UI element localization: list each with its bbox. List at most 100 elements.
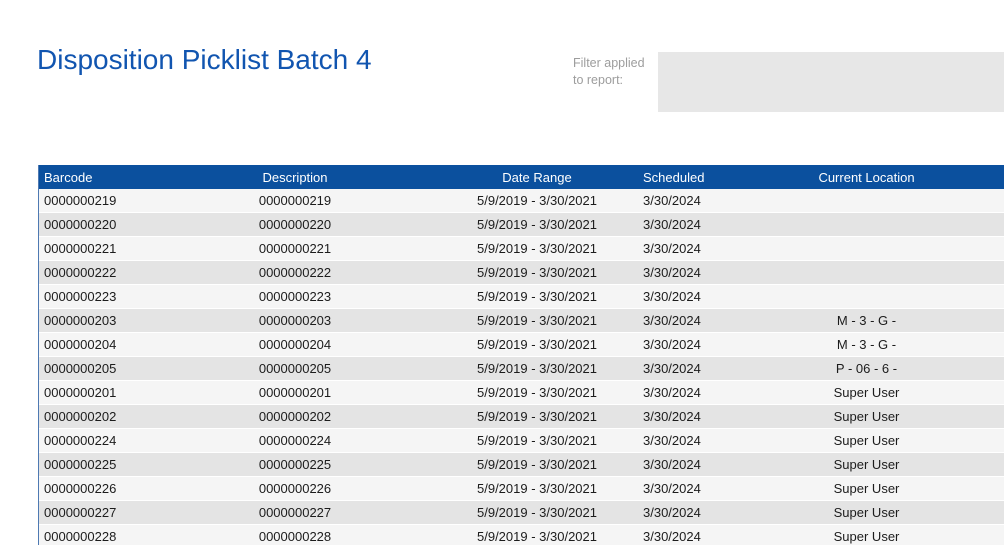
table-cell-filler [994,261,1004,285]
table-cell-filler [994,213,1004,237]
table-cell-date-range: 5/9/2019 - 3/30/2021 [435,357,639,381]
table-cell-current-location: Super User [739,381,994,405]
table-cell-current-location: M - 3 - G - [739,333,994,357]
table-cell-barcode: 0000000204 [39,333,155,357]
table-cell-date-range: 5/9/2019 - 3/30/2021 [435,309,639,333]
column-header-filler [994,165,1004,189]
table-cell-current-location: Super User [739,477,994,501]
filter-applied-label-line2: to report: [573,73,623,87]
table-cell-current-location [739,237,994,261]
table-cell-date-range: 5/9/2019 - 3/30/2021 [435,453,639,477]
table-row: 0000000219 0000000219 5/9/2019 - 3/30/20… [39,189,1004,213]
table-row: 0000000224 0000000224 5/9/2019 - 3/30/20… [39,429,1004,453]
table-cell-description: 0000000223 [155,285,435,309]
table-cell-barcode: 0000000224 [39,429,155,453]
table-row: 0000000223 0000000223 5/9/2019 - 3/30/20… [39,285,1004,309]
table-cell-description: 0000000224 [155,429,435,453]
table-cell-filler [994,429,1004,453]
table-cell-filler [994,477,1004,501]
table-cell-scheduled: 3/30/2024 [639,381,739,405]
table-row: 0000000201 0000000201 5/9/2019 - 3/30/20… [39,381,1004,405]
table-row: 0000000228 0000000228 5/9/2019 - 3/30/20… [39,525,1004,545]
table-cell-scheduled: 3/30/2024 [639,453,739,477]
page-title: Disposition Picklist Batch 4 [37,42,372,78]
table-cell-scheduled: 3/30/2024 [639,501,739,525]
table-row: 0000000226 0000000226 5/9/2019 - 3/30/20… [39,477,1004,501]
table-row: 0000000203 0000000203 5/9/2019 - 3/30/20… [39,309,1004,333]
table-cell-barcode: 0000000219 [39,189,155,213]
table-cell-scheduled: 3/30/2024 [639,309,739,333]
table-cell-current-location: Super User [739,429,994,453]
column-header-barcode: Barcode [39,165,155,189]
table-cell-filler [994,309,1004,333]
table-cell-date-range: 5/9/2019 - 3/30/2021 [435,213,639,237]
table-cell-scheduled: 3/30/2024 [639,285,739,309]
table-cell-barcode: 0000000223 [39,285,155,309]
table-cell-scheduled: 3/30/2024 [639,357,739,381]
table-cell-description: 0000000222 [155,261,435,285]
table-cell-date-range: 5/9/2019 - 3/30/2021 [435,333,639,357]
column-header-scheduled: Scheduled [639,165,739,189]
table-cell-filler [994,285,1004,309]
table-cell-description: 0000000201 [155,381,435,405]
table-cell-barcode: 0000000203 [39,309,155,333]
table-row: 0000000205 0000000205 5/9/2019 - 3/30/20… [39,357,1004,381]
table-cell-description: 0000000203 [155,309,435,333]
table-cell-current-location [739,285,994,309]
table-cell-scheduled: 3/30/2024 [639,429,739,453]
table-cell-filler [994,333,1004,357]
table-cell-filler [994,357,1004,381]
table-cell-filler [994,525,1004,545]
table-cell-date-range: 5/9/2019 - 3/30/2021 [435,189,639,213]
table-cell-scheduled: 3/30/2024 [639,525,739,545]
table-cell-description: 0000000204 [155,333,435,357]
table-cell-description: 0000000219 [155,189,435,213]
table-cell-date-range: 5/9/2019 - 3/30/2021 [435,477,639,501]
table-cell-barcode: 0000000202 [39,405,155,429]
table-cell-barcode: 0000000225 [39,453,155,477]
table-cell-description: 0000000225 [155,453,435,477]
filter-applied-label-line1: Filter applied [573,56,645,70]
table-cell-scheduled: 3/30/2024 [639,237,739,261]
table-row: 0000000204 0000000204 5/9/2019 - 3/30/20… [39,333,1004,357]
filter-value-box [658,52,1004,112]
table-cell-barcode: 0000000227 [39,501,155,525]
table-cell-barcode: 0000000226 [39,477,155,501]
table-cell-barcode: 0000000205 [39,357,155,381]
table-cell-scheduled: 3/30/2024 [639,189,739,213]
table-cell-description: 0000000226 [155,477,435,501]
table-cell-filler [994,501,1004,525]
table-cell-current-location: Super User [739,501,994,525]
table-cell-scheduled: 3/30/2024 [639,213,739,237]
table-cell-current-location [739,261,994,285]
table-cell-filler [994,381,1004,405]
table-cell-filler [994,189,1004,213]
table-row: 0000000221 0000000221 5/9/2019 - 3/30/20… [39,237,1004,261]
table-cell-description: 0000000220 [155,213,435,237]
table-cell-description: 0000000228 [155,525,435,545]
table-cell-barcode: 0000000201 [39,381,155,405]
table-cell-current-location: P - 06 - 6 - [739,357,994,381]
table-header-row: Barcode Description Date Range Scheduled… [39,165,1004,189]
table-cell-barcode: 0000000220 [39,213,155,237]
table-cell-current-location: Super User [739,525,994,545]
column-header-current-location: Current Location [739,165,994,189]
table-cell-scheduled: 3/30/2024 [639,405,739,429]
table-cell-scheduled: 3/30/2024 [639,333,739,357]
table-cell-date-range: 5/9/2019 - 3/30/2021 [435,381,639,405]
table-cell-description: 0000000221 [155,237,435,261]
table-row: 0000000225 0000000225 5/9/2019 - 3/30/20… [39,453,1004,477]
table-cell-filler [994,237,1004,261]
table-body: 0000000219 0000000219 5/9/2019 - 3/30/20… [39,189,1004,545]
report-page: Disposition Picklist Batch 4 Filter appl… [0,0,1004,545]
table-cell-current-location [739,189,994,213]
table-cell-date-range: 5/9/2019 - 3/30/2021 [435,525,639,545]
table-cell-scheduled: 3/30/2024 [639,477,739,501]
table-cell-date-range: 5/9/2019 - 3/30/2021 [435,285,639,309]
table-cell-current-location: M - 3 - G - [739,309,994,333]
table-row: 0000000227 0000000227 5/9/2019 - 3/30/20… [39,501,1004,525]
table-cell-current-location: Super User [739,405,994,429]
table-row: 0000000202 0000000202 5/9/2019 - 3/30/20… [39,405,1004,429]
report-table: Barcode Description Date Range Scheduled… [39,165,1004,545]
table-row: 0000000222 0000000222 5/9/2019 - 3/30/20… [39,261,1004,285]
